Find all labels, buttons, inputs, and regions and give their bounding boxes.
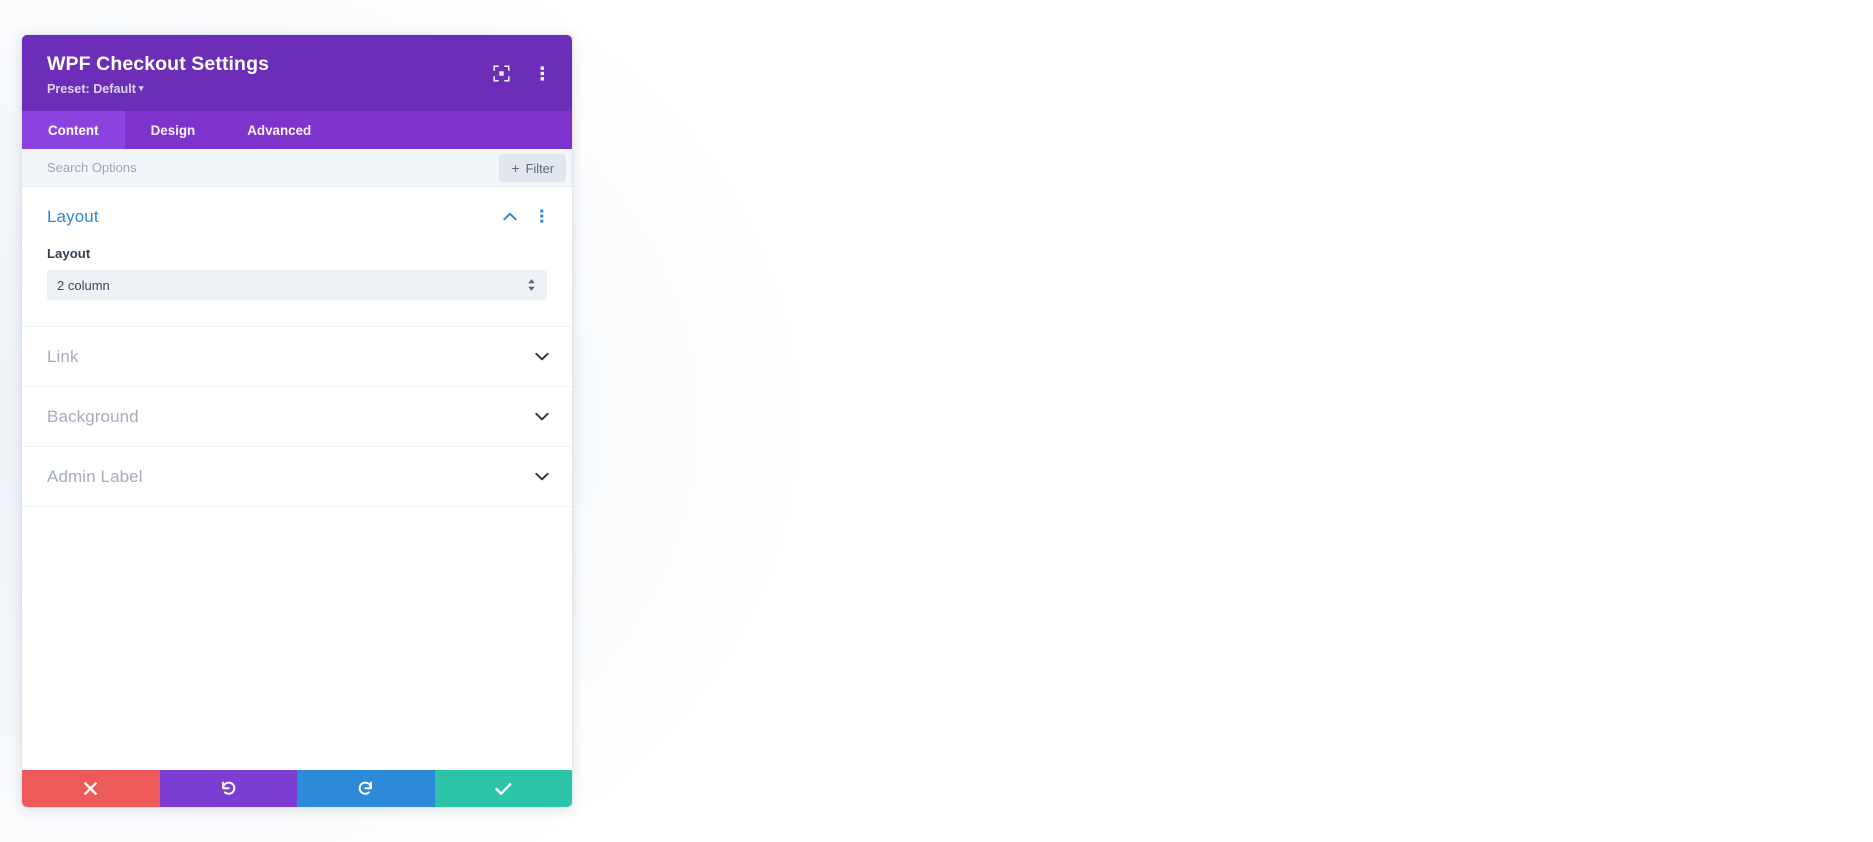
expand-icon[interactable] — [491, 63, 511, 83]
section-link-title: Link — [47, 346, 79, 366]
redo-button[interactable] — [297, 770, 435, 807]
section-background-tools — [534, 409, 550, 425]
section-background: Background — [22, 387, 572, 448]
section-admin-label: Admin Label — [22, 447, 572, 508]
modal-footer — [22, 770, 572, 807]
settings-body: Layout Layout 2 column Link Background A… — [22, 187, 572, 770]
layout-select-wrap: 2 column — [47, 270, 547, 301]
redo-icon — [357, 780, 374, 797]
layout-field-label: Layout — [47, 246, 91, 262]
undo-icon — [220, 780, 237, 797]
section-link-header[interactable]: Link — [22, 327, 572, 386]
body-empty-space — [22, 507, 572, 744]
kebab-menu-icon[interactable] — [532, 63, 552, 83]
section-link-tools — [534, 349, 550, 365]
section-layout-header[interactable]: Layout — [22, 187, 572, 246]
section-kebab-menu-icon[interactable] — [534, 209, 550, 225]
section-link: Link — [22, 327, 572, 388]
search-input[interactable] — [47, 149, 572, 187]
chevron-down-icon[interactable] — [534, 469, 550, 485]
close-icon — [83, 781, 98, 796]
section-layout-content: Layout 2 column — [22, 246, 572, 326]
section-layout-title: Layout — [47, 206, 99, 226]
plus-icon: + — [511, 160, 520, 177]
preset-dropdown[interactable]: Preset: Default ▾ — [47, 82, 143, 96]
undo-button[interactable] — [159, 770, 297, 807]
tab-advanced[interactable]: Advanced — [221, 111, 337, 149]
section-background-title: Background — [47, 406, 139, 426]
chevron-down-icon[interactable] — [534, 409, 550, 425]
modal-header: WPF Checkout Settings Preset: Default ▾ — [22, 35, 572, 112]
section-admin-label-header[interactable]: Admin Label — [22, 447, 572, 506]
tab-bar: Content Design Advanced — [22, 111, 572, 150]
tab-design[interactable]: Design — [125, 111, 222, 149]
section-admin-label-tools — [534, 469, 550, 485]
section-admin-label-title: Admin Label — [47, 466, 143, 486]
section-background-header[interactable]: Background — [22, 387, 572, 446]
settings-modal: WPF Checkout Settings Preset: Default ▾ C — [22, 35, 572, 807]
cancel-button[interactable] — [22, 770, 160, 807]
layout-select[interactable]: 2 column — [47, 270, 547, 301]
search-toolbar: + Filter — [22, 149, 572, 188]
checkmark-icon — [495, 782, 512, 796]
tab-content[interactable]: Content — [22, 111, 125, 150]
page-title: WPF Checkout Settings — [47, 53, 270, 75]
chevron-down-icon[interactable] — [534, 349, 550, 365]
filter-button[interactable]: + Filter — [499, 154, 566, 183]
section-layout: Layout Layout 2 column — [22, 187, 572, 328]
filter-button-label: Filter — [525, 160, 554, 176]
save-button[interactable] — [434, 770, 572, 807]
header-toolbar — [491, 63, 552, 83]
preset-label: Preset: Default — [47, 82, 136, 97]
chevron-down-icon: ▾ — [138, 83, 144, 94]
chevron-up-icon[interactable] — [502, 209, 518, 225]
section-layout-tools — [502, 209, 550, 225]
